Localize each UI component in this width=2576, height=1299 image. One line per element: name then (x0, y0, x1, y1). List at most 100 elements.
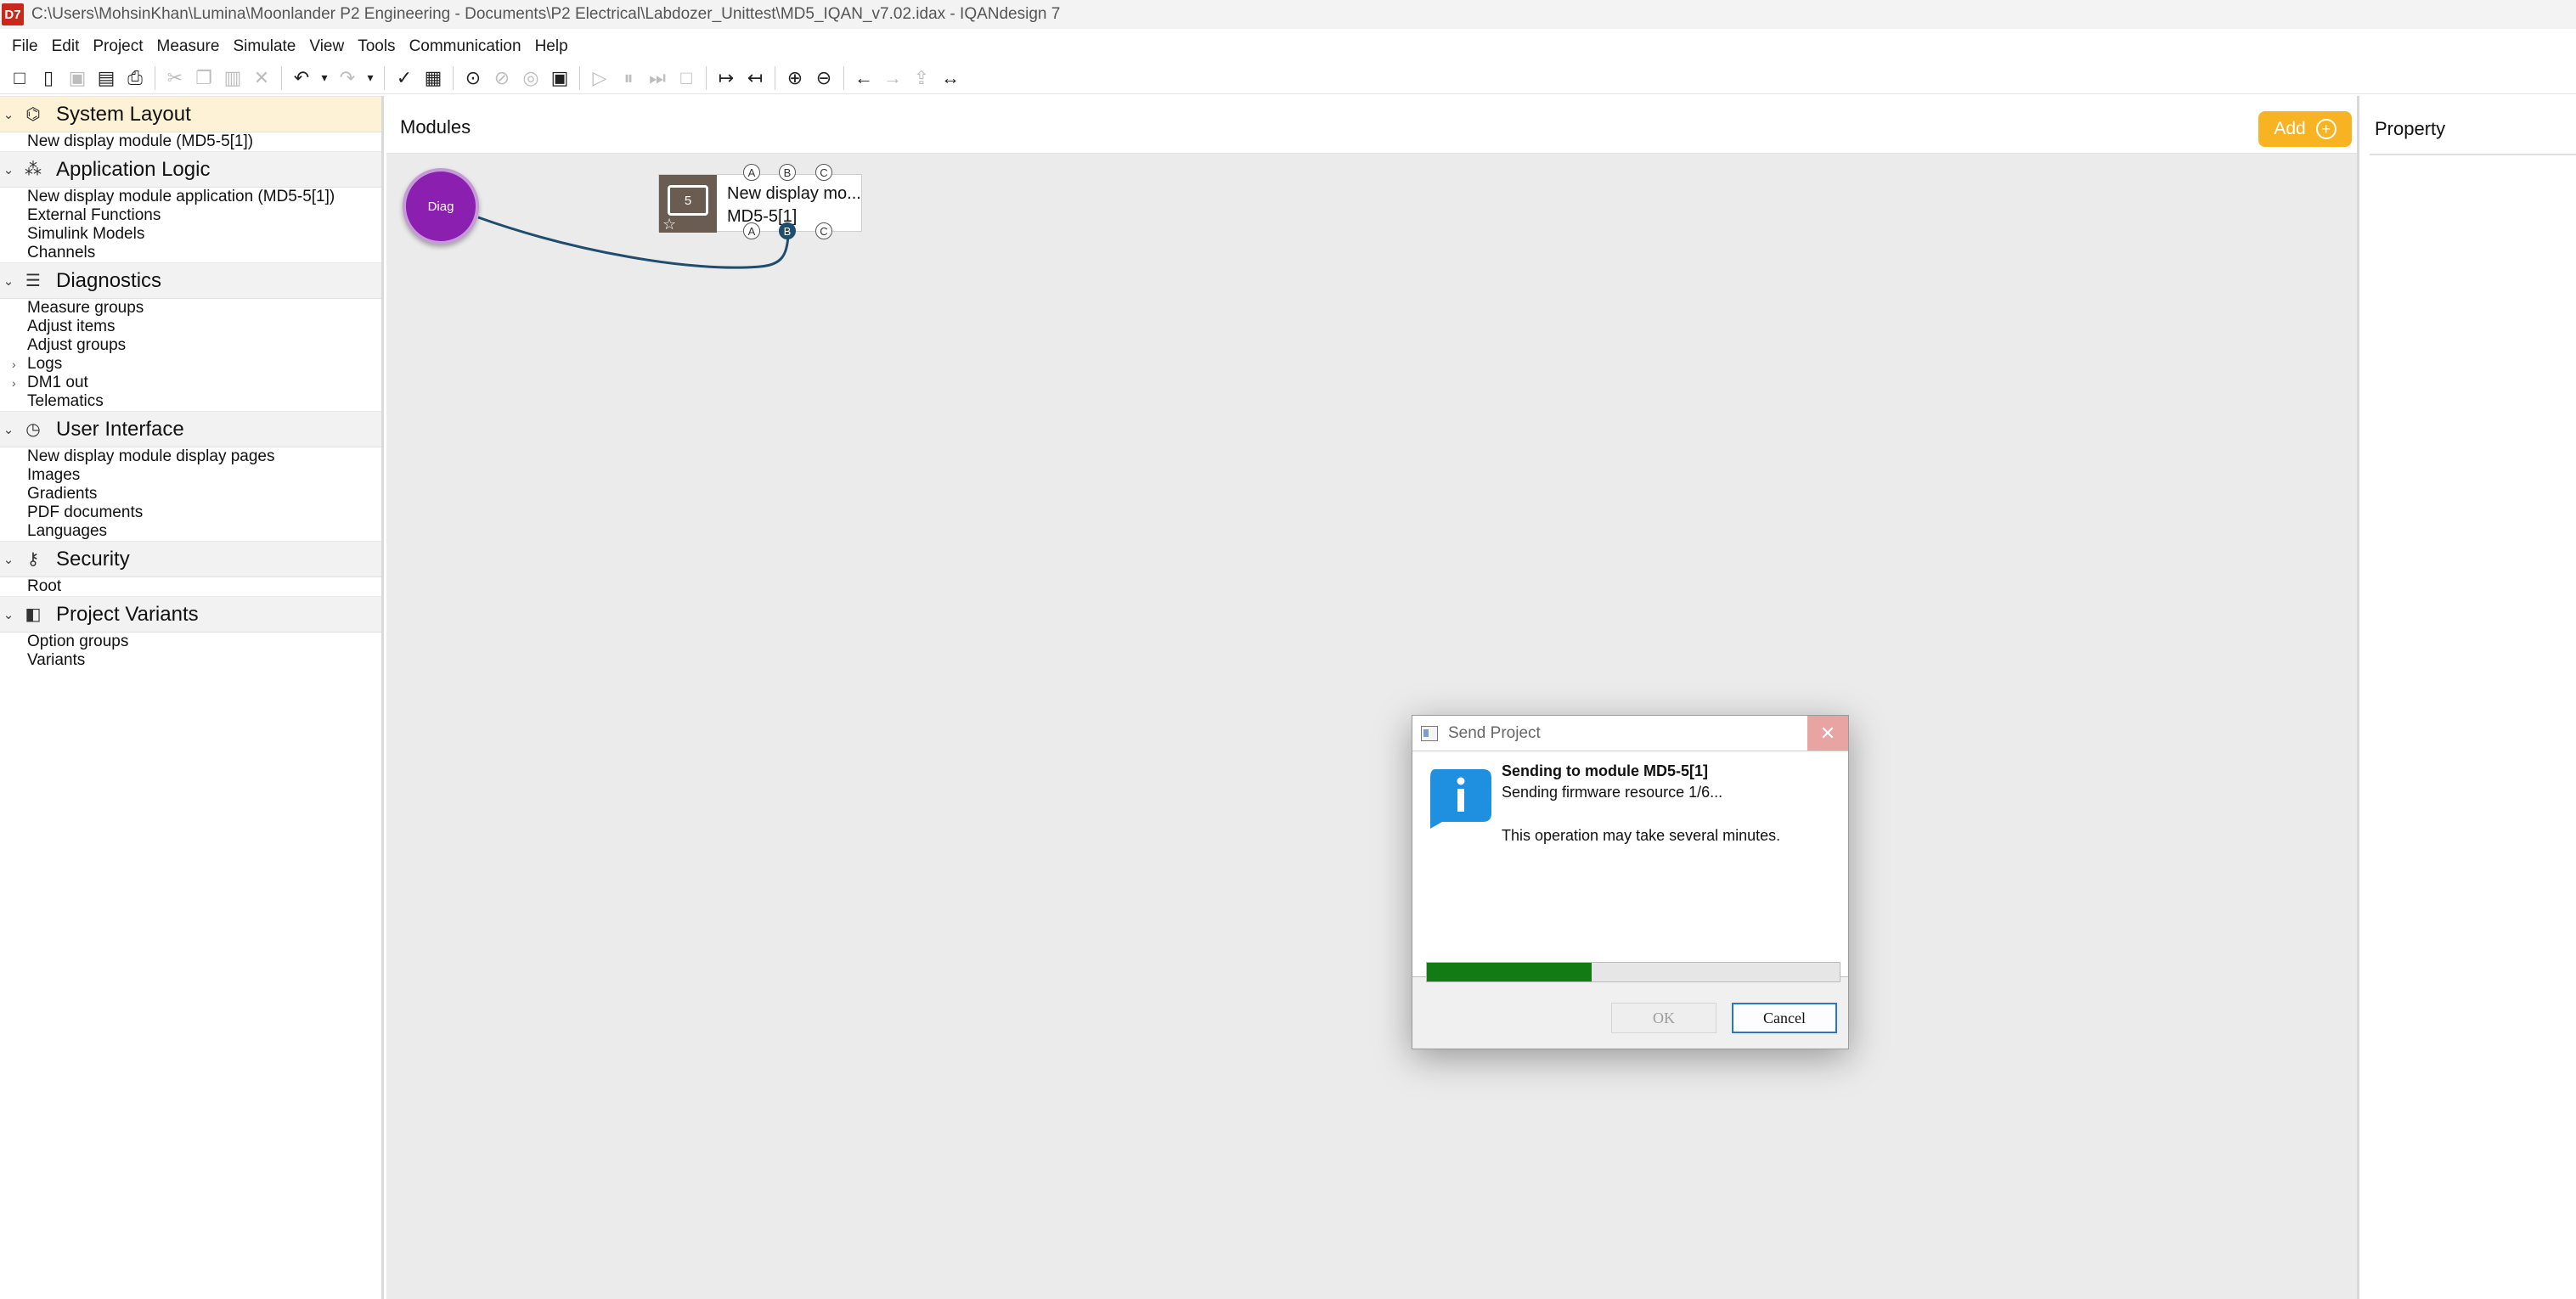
window-title: C:\Users\MohsinKhan\Lumina\Moonlander P2… (31, 5, 1061, 23)
tree-item-measure-groups[interactable]: Measure groups (0, 299, 381, 318)
zoom-out-icon[interactable]: ⊖ (809, 64, 838, 93)
section-security[interactable]: ⌄ ⚷ Security (0, 541, 381, 577)
cancel-button[interactable]: Cancel (1732, 1003, 1837, 1033)
tree-item-display-module[interactable]: New display module (MD5-5[1]) (0, 132, 381, 151)
application-logic-icon: ⁂ (25, 160, 42, 179)
section-title: System Layout (56, 102, 191, 126)
redo-dropdown-icon[interactable]: ▾ (362, 64, 379, 93)
section-title: Project Variants (56, 602, 199, 626)
collapse-icon[interactable]: ↤ (741, 64, 769, 93)
tree-item-telematics[interactable]: Telematics (0, 392, 381, 411)
ok-button[interactable]: OK (1611, 1003, 1716, 1033)
expand-icon[interactable]: ↦ (712, 64, 741, 93)
forward-icon[interactable]: → (878, 64, 907, 93)
record-icon[interactable]: ⊙ (459, 64, 488, 93)
zoom-in-icon[interactable]: ⊕ (781, 64, 809, 93)
menu-edit[interactable]: Edit (45, 37, 87, 56)
menu-file[interactable]: File (5, 37, 45, 56)
chevron-down-icon[interactable]: ⌄ (0, 552, 17, 567)
title-bar: D7 C:\Users\MohsinKhan\Lumina\Moonlander… (0, 0, 2576, 29)
tree-item-pdf-documents[interactable]: PDF documents (0, 503, 381, 522)
back-icon[interactable]: ← (849, 64, 878, 93)
plus-icon: + (2315, 119, 2336, 139)
port-b-bottom[interactable]: B (779, 222, 796, 239)
pause-icon[interactable]: ⏸ (614, 64, 643, 93)
project-tree-panel: ⌄ ⌬ System Layout New display module (MD… (0, 96, 384, 1299)
save-icon[interactable]: ▣ (63, 64, 92, 93)
tree-item-display-module-application[interactable]: New display module application (MD5-5[1]… (0, 188, 381, 206)
step-icon[interactable]: ⏭ (643, 64, 672, 93)
port-c-bottom[interactable]: C (815, 222, 832, 239)
tree-item-option-groups[interactable]: Option groups (0, 633, 381, 651)
progress-bar (1426, 962, 1840, 982)
stop-record-icon[interactable]: ◎ (516, 64, 545, 93)
chevron-right-icon[interactable]: › (12, 374, 16, 392)
menu-help[interactable]: Help (528, 37, 575, 56)
tree-item-channels[interactable]: Channels (0, 244, 381, 262)
tree-item-external-functions[interactable]: External Functions (0, 206, 381, 225)
menu-tools[interactable]: Tools (351, 37, 402, 56)
section-user-interface[interactable]: ⌄ ◷ User Interface (0, 411, 381, 447)
port-c-top[interactable]: C (815, 164, 832, 181)
section-system-layout[interactable]: ⌄ ⌬ System Layout (0, 96, 381, 132)
undo-dropdown-icon[interactable]: ▾ (316, 64, 333, 93)
tree-item-root[interactable]: Root (0, 577, 381, 596)
menu-view[interactable]: View (302, 37, 351, 56)
toolbar-separator (281, 65, 282, 90)
diag-node[interactable]: Diag (403, 168, 479, 245)
modules-canvas[interactable]: Diag 5 ☆ New display mo... MD5-5[1] A B … (386, 154, 2357, 1299)
paste-icon[interactable]: ▥ (218, 64, 247, 93)
port-b-top[interactable]: B (779, 164, 796, 181)
tree-item-languages[interactable]: Languages (0, 522, 381, 541)
save-as-icon[interactable]: ▤ (92, 64, 121, 93)
property-divider (2370, 154, 2576, 155)
copy-icon[interactable]: ❐ (189, 64, 218, 93)
snapshot-icon[interactable]: ▣ (545, 64, 574, 93)
menu-project[interactable]: Project (86, 37, 149, 56)
toolbar-separator (579, 65, 580, 90)
validate-icon[interactable]: ✓ (390, 64, 419, 93)
tree-item-display-pages[interactable]: New display module display pages (0, 447, 381, 466)
menu-simulate[interactable]: Simulate (226, 37, 302, 56)
tree-item-variants[interactable]: Variants (0, 651, 381, 670)
menu-communication[interactable]: Communication (403, 37, 528, 56)
chevron-down-icon[interactable]: ⌄ (0, 273, 17, 289)
play-icon[interactable]: ▷ (585, 64, 614, 93)
toolbar-separator (453, 65, 454, 90)
tree-item-gradients[interactable]: Gradients (0, 485, 381, 503)
stop-icon[interactable]: □ (672, 64, 701, 93)
close-icon[interactable]: ✕ (1807, 716, 1848, 751)
presentation-icon[interactable]: ▦ (419, 64, 448, 93)
tree-item-images[interactable]: Images (0, 466, 381, 485)
chevron-right-icon[interactable]: › (12, 355, 16, 374)
undo-icon[interactable]: ↶ (287, 64, 316, 93)
dialog-title-bar[interactable]: Send Project ✕ (1412, 716, 1848, 751)
tree-item-adjust-items[interactable]: Adjust items (0, 318, 381, 336)
section-diagnostics[interactable]: ⌄ ☰ Diagnostics (0, 262, 381, 299)
tree-item-simulink-models[interactable]: Simulink Models (0, 225, 381, 244)
section-project-variants[interactable]: ⌄ ◧ Project Variants (0, 596, 381, 633)
export-icon[interactable]: ⇪ (907, 64, 936, 93)
tree-item-adjust-groups[interactable]: Adjust groups (0, 336, 381, 355)
section-application-logic[interactable]: ⌄ ⁂ Application Logic (0, 151, 381, 188)
display-module-node[interactable]: 5 ☆ New display mo... MD5-5[1] (658, 174, 862, 233)
tree-item-dm1-out[interactable]: › DM1 out (0, 374, 381, 392)
cut-icon[interactable]: ✂ (161, 64, 189, 93)
tree-item-logs[interactable]: › Logs (0, 355, 381, 374)
port-a-bottom[interactable]: A (743, 222, 760, 239)
pause-record-icon[interactable]: ⊘ (488, 64, 516, 93)
redo-icon[interactable]: ↷ (333, 64, 362, 93)
chevron-down-icon[interactable]: ⌄ (0, 162, 17, 177)
fit-width-icon[interactable]: ↔ (936, 64, 965, 93)
chevron-down-icon[interactable]: ⌄ (0, 607, 17, 622)
print-icon[interactable]: ⎙ (121, 64, 149, 93)
add-button[interactable]: Add + (2258, 111, 2352, 147)
delete-icon[interactable]: ✕ (247, 64, 276, 93)
system-layout-icon: ⌬ (25, 105, 41, 124)
new-file-icon[interactable]: □ (5, 64, 34, 93)
port-a-top[interactable]: A (743, 164, 760, 181)
chevron-down-icon[interactable]: ⌄ (0, 422, 17, 437)
open-file-icon[interactable]: ▯ (34, 64, 63, 93)
menu-measure[interactable]: Measure (150, 37, 227, 56)
chevron-down-icon[interactable]: ⌄ (0, 107, 17, 122)
